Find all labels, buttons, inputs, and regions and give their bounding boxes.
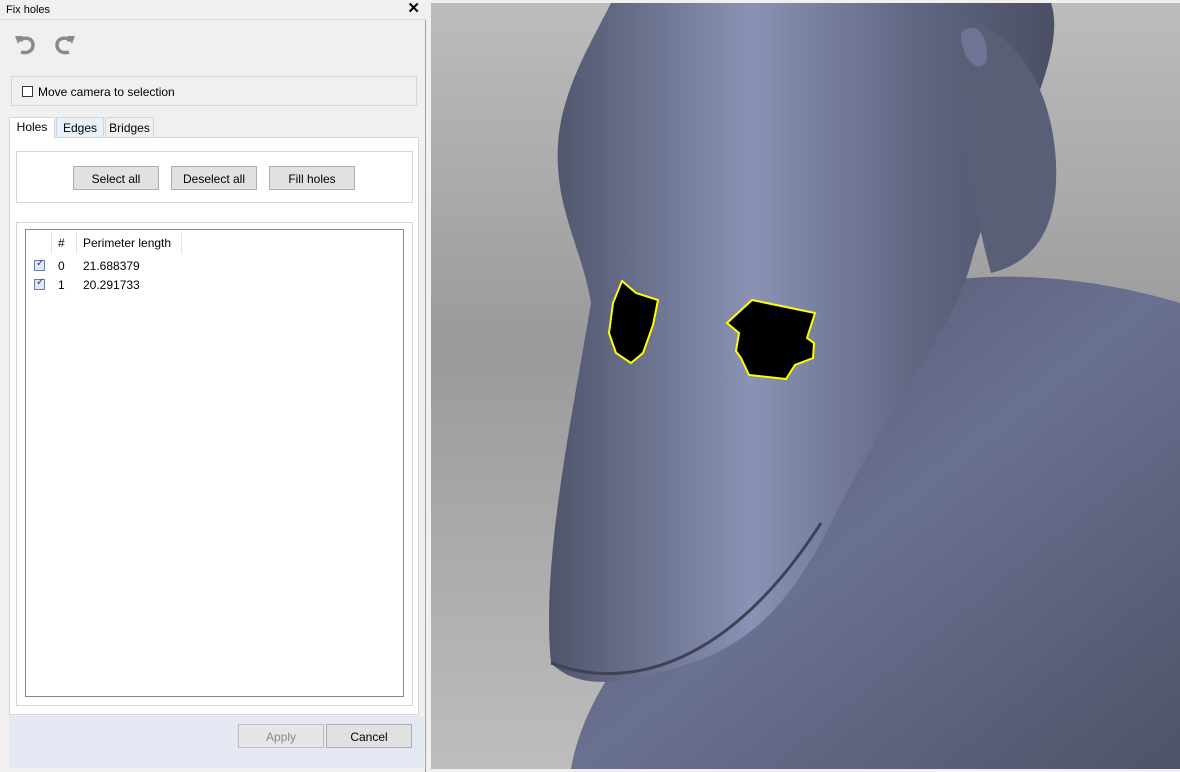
select-all-button[interactable]: Select all (73, 166, 159, 190)
camera-option-group: Move camera to selection (11, 76, 417, 106)
move-camera-label[interactable]: Move camera to selection (38, 85, 175, 99)
mesh-render (549, 3, 1180, 769)
column-separator (51, 232, 52, 254)
row-index: 0 (58, 259, 65, 273)
move-camera-checkbox[interactable] (22, 86, 33, 97)
row-checkbox[interactable] (34, 258, 45, 271)
row-perimeter: 21.688379 (83, 259, 140, 273)
panel-title: Fix holes (6, 4, 51, 16)
hole-actions-group: Select all Deselect all Fill holes (16, 151, 413, 203)
table-row[interactable]: 0 21.688379 (26, 257, 403, 276)
row-perimeter: 20.291733 (83, 278, 140, 292)
fix-holes-panel: Fix holes ✕ Move camera to selection Hol… (0, 0, 426, 772)
deselect-all-button[interactable]: Deselect all (171, 166, 257, 190)
fill-holes-button[interactable]: Fill holes (269, 166, 355, 190)
panel-titlebar: Fix holes ✕ (0, 0, 426, 20)
holes-table[interactable]: # Perimeter length 0 21.688379 1 20.2917… (25, 229, 404, 697)
table-row[interactable]: 1 20.291733 (26, 276, 403, 295)
column-separator (76, 232, 77, 254)
row-index: 1 (58, 278, 65, 292)
column-separator (181, 232, 182, 254)
tab-edges[interactable]: Edges (56, 117, 104, 138)
undo-icon[interactable] (12, 32, 38, 58)
tab-bridges[interactable]: Bridges (105, 117, 154, 138)
row-checkbox[interactable] (34, 277, 45, 290)
close-icon[interactable]: ✕ (407, 1, 420, 17)
cancel-button[interactable]: Cancel (326, 724, 412, 748)
tab-holes[interactable]: Holes (9, 117, 55, 139)
3d-viewport[interactable] (431, 3, 1180, 769)
apply-button[interactable]: Apply (238, 724, 324, 748)
redo-icon[interactable] (52, 32, 78, 58)
dialog-footer: Apply Cancel (9, 716, 424, 768)
